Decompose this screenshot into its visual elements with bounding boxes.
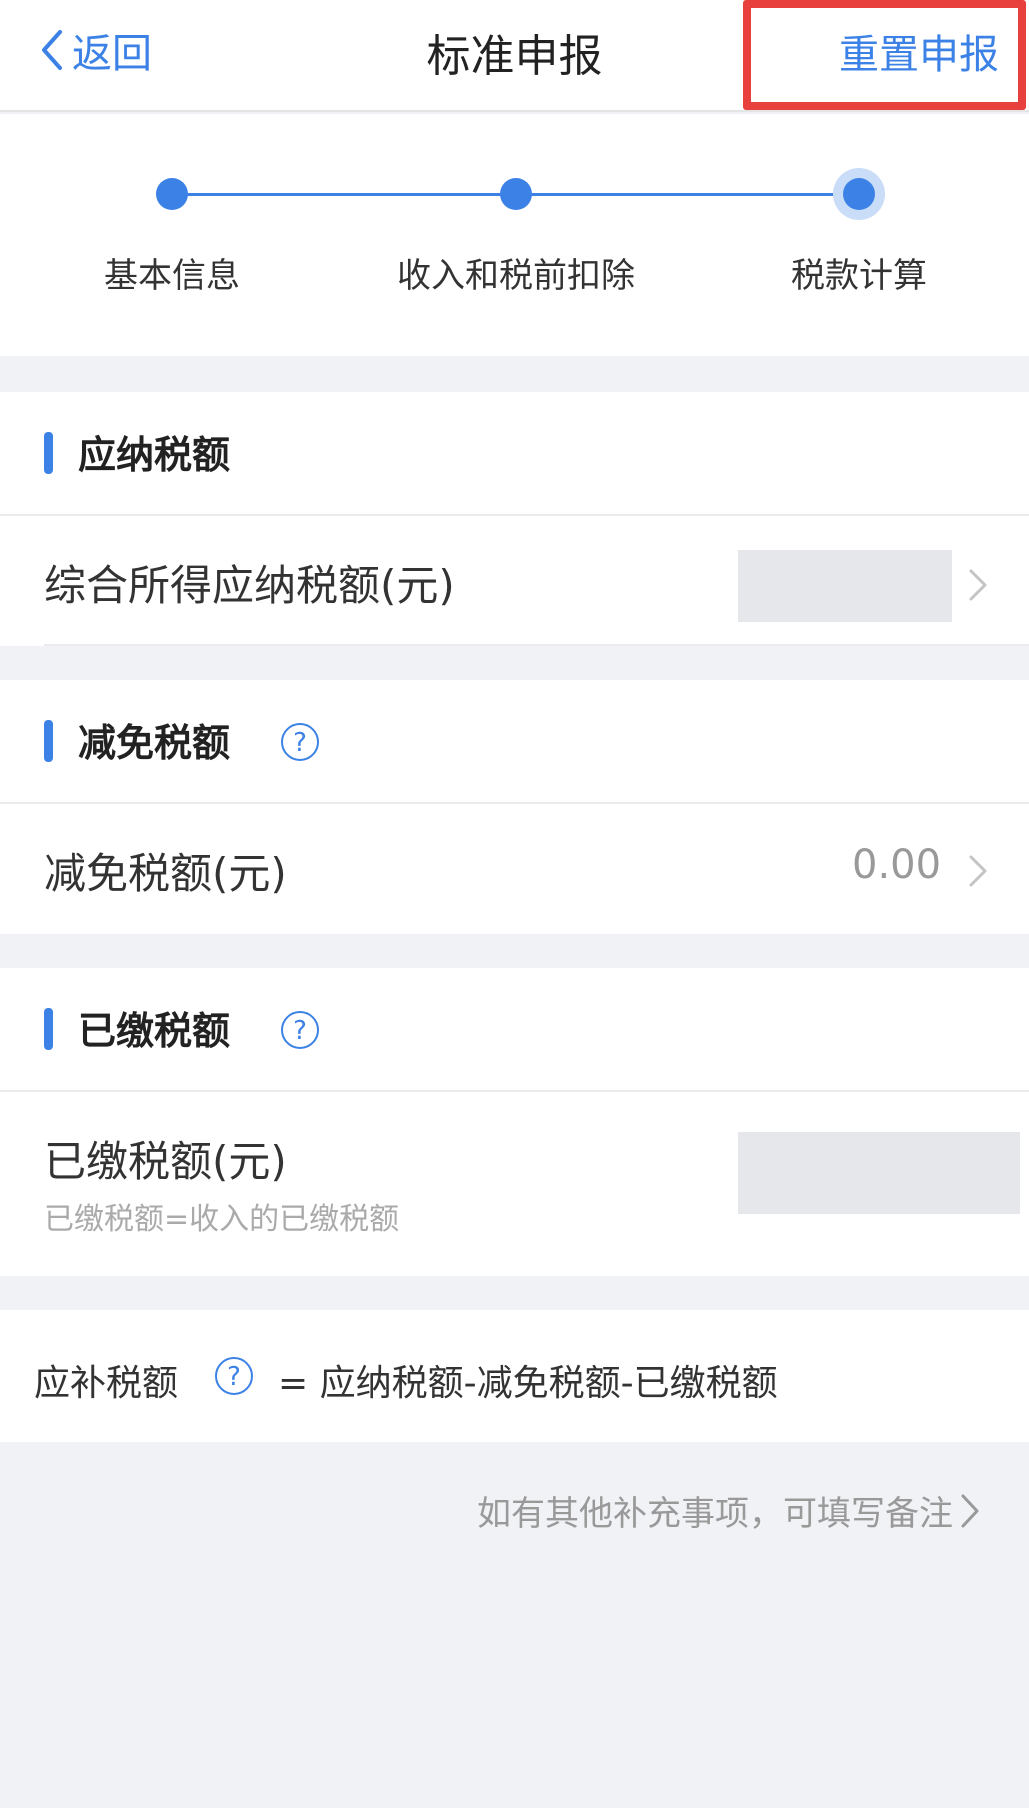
step-connector — [516, 193, 860, 196]
help-icon[interactable]: ? — [280, 722, 320, 762]
reduction-row-label: 减免税额(元) — [44, 849, 287, 898]
paid-row-hint: 已缴税额=收入的已缴税额 — [44, 1202, 400, 1237]
section-taxable: 应纳税额 综合所得应纳税额(元) — [0, 392, 1029, 646]
reduction-value[interactable]: 0.00 — [852, 842, 941, 888]
section-header: 减免税额 ? — [0, 680, 1029, 804]
step-label-basic-info: 基本信息 — [104, 256, 240, 296]
section-paid: 已缴税额 ? 已缴税额(元) 已缴税额=收入的已缴税额 — [0, 968, 1029, 1276]
formula-bar: 应补税额 ? = 应纳税额-减免税额-已缴税额 — [0, 1310, 1029, 1442]
section-accent-bar — [44, 432, 53, 474]
section-header: 应纳税额 — [0, 392, 1029, 516]
reset-declaration-button[interactable]: 重置申报 — [839, 22, 999, 80]
step-dot-2 — [500, 178, 532, 210]
chevron-right-icon[interactable] — [968, 568, 988, 602]
svg-text:?: ? — [293, 1016, 307, 1046]
section-reduction: 减免税额 ? 减免税额(元) 0.00 — [0, 680, 1029, 934]
chevron-right-icon — [961, 1494, 979, 1527]
section-accent-bar — [44, 1008, 53, 1050]
paid-value-field[interactable] — [738, 1132, 1020, 1214]
formula-expression: = 应纳税额-减免税额-已缴税额 — [278, 1363, 778, 1404]
progress-stepper: 基本信息 收入和税前扣除 税款计算 — [0, 114, 1029, 356]
remark-link[interactable]: 如有其他补充事项，可填写备注 — [477, 1486, 981, 1535]
step-label-income-deduction: 收入和税前扣除 — [397, 256, 635, 296]
section-header: 已缴税额 ? — [0, 968, 1029, 1092]
chevron-right-icon[interactable] — [968, 854, 988, 888]
section-accent-bar — [44, 720, 53, 762]
taxable-row-label: 综合所得应纳税额(元) — [44, 561, 455, 610]
step-dot-3-active — [843, 178, 875, 210]
step-dot-1 — [156, 178, 188, 210]
section-title: 应纳税额 — [78, 433, 231, 477]
svg-text:?: ? — [227, 1362, 241, 1392]
paid-row-label: 已缴税额(元) — [44, 1137, 287, 1186]
remark-label: 如有其他补充事项，可填写备注 — [477, 1494, 953, 1534]
formula-label: 应补税额 — [34, 1363, 179, 1404]
section-title: 减免税额 — [78, 721, 231, 765]
step-label-tax-calculation: 税款计算 — [791, 256, 927, 296]
nav-bar: 返回 标准申报 重置申报 — [0, 0, 1029, 112]
help-icon[interactable]: ? — [214, 1356, 254, 1396]
step-connector — [172, 193, 516, 196]
help-icon[interactable]: ? — [280, 1010, 320, 1050]
section-title: 已缴税额 — [78, 1009, 231, 1053]
taxable-value-field[interactable] — [738, 550, 952, 622]
divider — [44, 644, 1029, 646]
svg-text:?: ? — [293, 728, 307, 758]
